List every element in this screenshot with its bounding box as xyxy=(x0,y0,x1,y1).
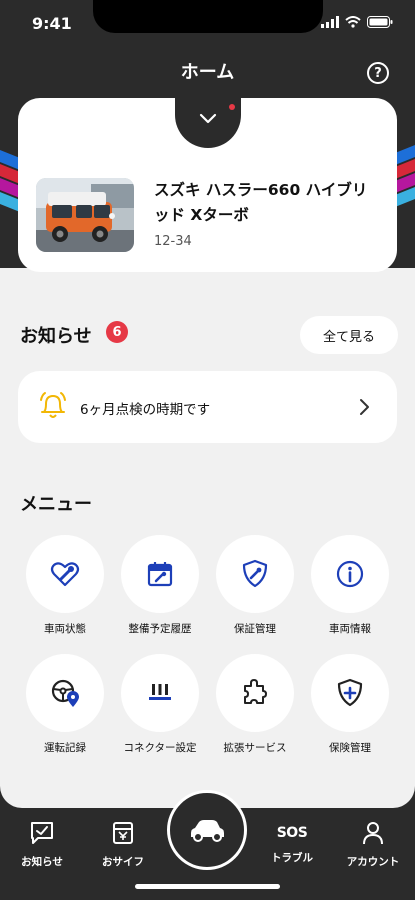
heart-wrench-icon xyxy=(50,562,80,587)
battery-icon xyxy=(367,16,393,28)
menu-item-label: 運転記録 xyxy=(44,742,86,754)
wallet-icon xyxy=(113,822,133,844)
message-check-icon xyxy=(31,822,53,844)
menu-item-label: 車両情報 xyxy=(329,623,371,635)
device-notch xyxy=(93,0,323,33)
menu-item-warranty[interactable]: 保証管理 xyxy=(207,535,303,636)
steering-location-icon xyxy=(51,679,79,707)
vehicle-plate: 12-34 xyxy=(154,234,192,249)
bell-icon xyxy=(40,392,66,418)
menu-item-label: 拡張サービス xyxy=(223,742,287,754)
chevron-right-icon xyxy=(360,399,369,415)
menu-item-maintenance-history[interactable]: 整備予定履歴 xyxy=(112,535,208,636)
user-icon xyxy=(363,822,383,845)
menu-item-label: コネクター設定 xyxy=(123,742,197,754)
menu-item-label: 保証管理 xyxy=(234,623,276,635)
notices-count-badge: 6 xyxy=(106,321,128,343)
calendar-wrench-icon xyxy=(147,562,173,587)
menu-item-extension-services[interactable]: 拡張サービス xyxy=(207,654,303,755)
menu-item-label: 保険管理 xyxy=(329,742,371,754)
vehicle-name: スズキ ハスラー660 ハイブリッド Xターボ xyxy=(154,181,368,224)
tab-label: おサイフ xyxy=(102,856,144,868)
tab-trouble[interactable]: SOS トラブル xyxy=(252,820,332,865)
brand-stripes-left xyxy=(0,150,20,212)
menu-item-vehicle-info[interactable]: 車両情報 xyxy=(302,535,398,636)
see-all-button[interactable]: 全て見る xyxy=(300,316,398,354)
sos-icon: SOS xyxy=(276,825,308,841)
tab-notices[interactable]: お知らせ xyxy=(2,820,82,869)
info-icon xyxy=(336,560,364,588)
car-icon xyxy=(191,820,224,842)
menu-item-label: 車両状態 xyxy=(44,623,86,635)
new-indicator-dot xyxy=(229,104,235,110)
menu-title: メニュー xyxy=(20,494,92,515)
status-icons xyxy=(321,16,393,28)
vehicle-photo xyxy=(36,178,134,252)
connector-icon xyxy=(149,684,171,700)
chevron-down-icon[interactable] xyxy=(199,113,217,125)
wifi-icon xyxy=(345,16,361,28)
home-indicator xyxy=(135,884,280,889)
status-time: 9:41 xyxy=(32,14,72,33)
tab-wallet[interactable]: おサイフ xyxy=(83,820,163,869)
menu-item-driving-log[interactable]: 運転記録 xyxy=(17,654,113,755)
menu-item-label: 整備予定履歴 xyxy=(128,623,192,635)
shield-wrench-icon xyxy=(242,559,268,588)
tab-account[interactable]: アカウント xyxy=(333,820,413,869)
tab-label: お知らせ xyxy=(21,856,63,868)
question-circle-icon: ? xyxy=(374,65,382,81)
menu-item-vehicle-status[interactable]: 車両状態 xyxy=(17,535,113,636)
tab-label: トラブル xyxy=(271,852,313,864)
puzzle-icon xyxy=(244,679,267,704)
menu-item-connector-settings[interactable]: コネクター設定 xyxy=(112,654,208,755)
tab-vehicle-home[interactable] xyxy=(167,790,247,870)
cellular-signal-icon xyxy=(321,16,339,28)
page-title: ホーム xyxy=(180,62,235,83)
brand-stripes-right xyxy=(395,145,415,207)
shield-plus-icon xyxy=(337,678,363,707)
menu-item-insurance[interactable]: 保険管理 xyxy=(302,654,398,755)
tab-label: アカウント xyxy=(346,856,400,868)
status-bar: 9:41 xyxy=(0,0,415,50)
notice-text: 6ヶ月点検の時期です xyxy=(80,402,211,418)
help-button[interactable]: ? xyxy=(367,62,389,84)
notices-title: お知らせ xyxy=(20,326,92,347)
